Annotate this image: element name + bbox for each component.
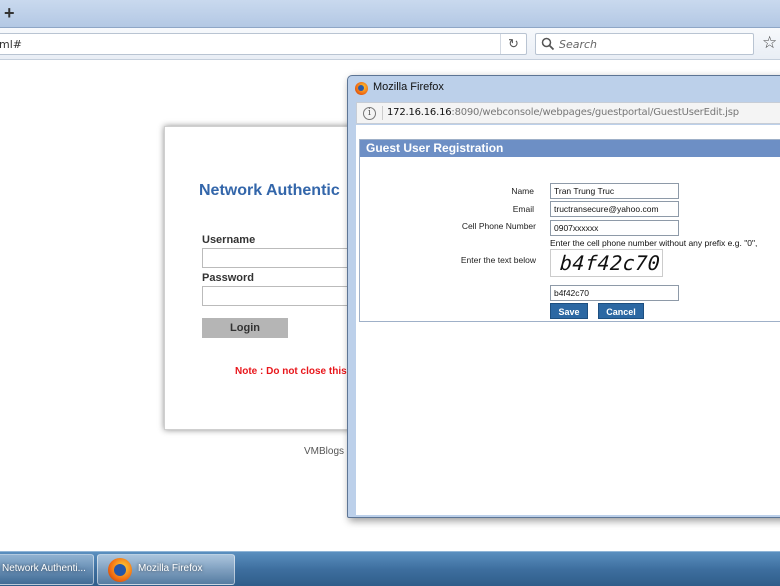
tab-strip: +: [0, 0, 780, 28]
taskbar-item-network-auth[interactable]: Network Authenti...: [0, 554, 94, 585]
captcha-label: Enter the text below: [460, 255, 536, 265]
firefox-icon: [355, 82, 368, 95]
name-label: Name: [511, 186, 534, 196]
popup-title: Mozilla Firefox: [373, 81, 444, 93]
warning-note: Note : Do not close this: [235, 366, 347, 377]
url-separator: [382, 106, 383, 120]
taskbar-item-label: Network Authenti...: [2, 563, 86, 574]
address-bar-text: ml#: [0, 38, 22, 51]
taskbar-item-label: Mozilla Firefox: [138, 563, 203, 574]
email-field[interactable]: tructransecure@yahoo.com: [550, 201, 679, 217]
username-label: Username: [202, 234, 256, 246]
url-host: 172.16.16.16: [387, 107, 452, 118]
phone-field[interactable]: 0907xxxxxx: [550, 220, 679, 236]
captcha-field[interactable]: b4f42c70: [550, 285, 679, 301]
firefox-icon: [108, 558, 132, 582]
search-icon: [541, 37, 555, 51]
email-label: Email: [512, 204, 534, 214]
navigation-toolbar: ml# ↻ Search: [0, 28, 780, 60]
new-tab-button[interactable]: +: [4, 3, 22, 23]
form-header: Guest User Registration: [360, 140, 780, 157]
cancel-button[interactable]: Cancel: [598, 303, 644, 319]
star-icon[interactable]: ☆: [762, 33, 777, 53]
form-title: Guest User Registration: [366, 141, 504, 155]
footer-text: VMBlogs: [304, 446, 345, 457]
search-input[interactable]: Search: [535, 33, 754, 55]
page-title: Network Authentic: [199, 182, 340, 199]
popup-address-bar[interactable]: i 172.16.16.16:8090/webconsole/webpages/…: [356, 102, 780, 124]
login-button[interactable]: Login: [202, 318, 288, 338]
popup-content: Guest User Registration Name Tran Trung …: [356, 125, 780, 515]
password-label: Password: [202, 272, 254, 284]
info-icon[interactable]: i: [363, 107, 376, 120]
name-field[interactable]: Tran Trung Truc: [550, 183, 679, 199]
taskbar: Network Authenti... Mozilla Firefox: [0, 551, 780, 586]
popup-window: Mozilla Firefox i 172.16.16.16:8090/webc…: [347, 75, 780, 518]
popup-url-text: 172.16.16.16:8090/webconsole/webpages/gu…: [387, 107, 739, 118]
captcha-image-text: b4f42c70: [559, 251, 662, 275]
search-placeholder: Search: [559, 38, 598, 51]
phone-hint: Enter the cell phone number without any …: [550, 238, 758, 248]
url-path: :8090/webconsole/webpages/guestportal/Gu…: [451, 107, 739, 118]
taskbar-item-firefox[interactable]: Mozilla Firefox: [97, 554, 235, 585]
save-button[interactable]: Save: [550, 303, 588, 319]
address-bar[interactable]: ml# ↻: [0, 33, 527, 55]
popup-titlebar[interactable]: Mozilla Firefox: [348, 76, 780, 101]
captcha-image: b4f42c70: [550, 249, 663, 277]
phone-label: Cell Phone Number: [461, 221, 536, 231]
reload-icon[interactable]: ↻: [500, 34, 526, 54]
